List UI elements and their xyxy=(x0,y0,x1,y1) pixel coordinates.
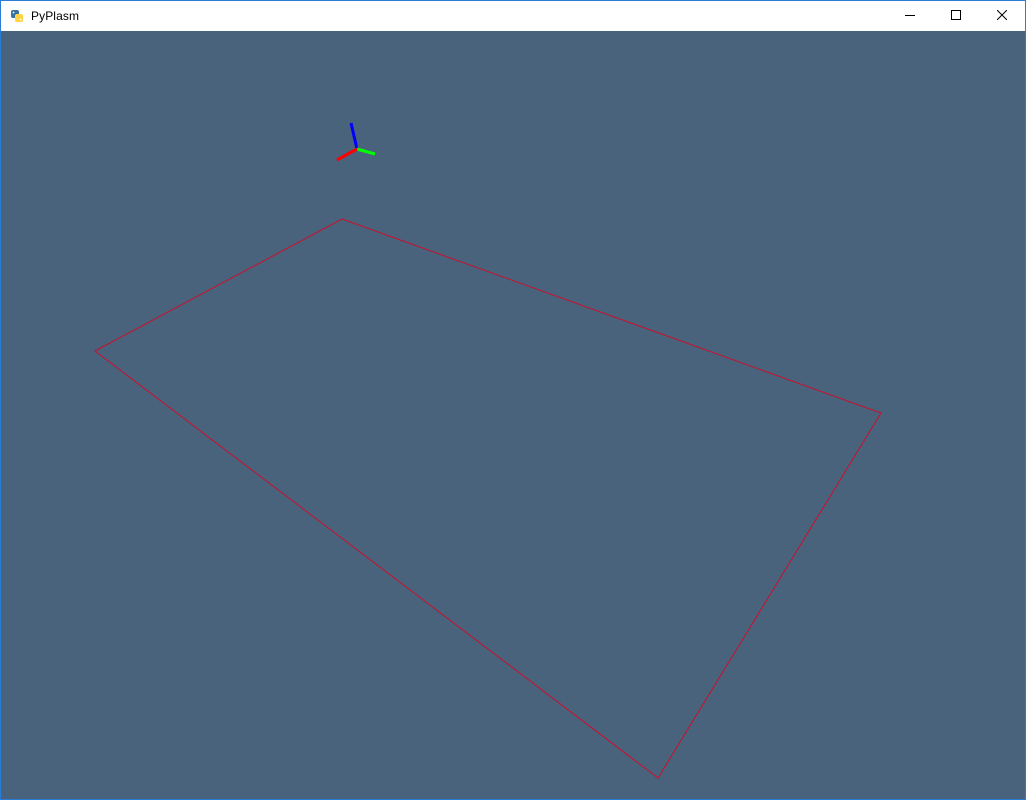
minimize-button[interactable] xyxy=(887,1,933,31)
python-icon[interactable] xyxy=(10,9,24,23)
scene-canvas[interactable] xyxy=(1,31,1025,799)
z-axis xyxy=(349,122,359,150)
maximize-button[interactable] xyxy=(933,1,979,31)
close-button[interactable] xyxy=(979,1,1025,31)
app-window: PyPlasm xyxy=(0,0,1026,800)
3d-viewport[interactable] xyxy=(1,31,1025,799)
minimize-icon xyxy=(905,7,915,25)
close-icon xyxy=(996,7,1008,25)
window-controls xyxy=(887,1,1025,31)
maximize-icon xyxy=(951,7,961,25)
y-axis xyxy=(356,147,376,156)
title-bar[interactable]: PyPlasm xyxy=(1,1,1025,31)
wireframe-quad[interactable] xyxy=(94,218,882,779)
window-title: PyPlasm xyxy=(31,9,80,23)
axis-gizmo xyxy=(336,122,376,162)
x-axis xyxy=(336,147,358,162)
